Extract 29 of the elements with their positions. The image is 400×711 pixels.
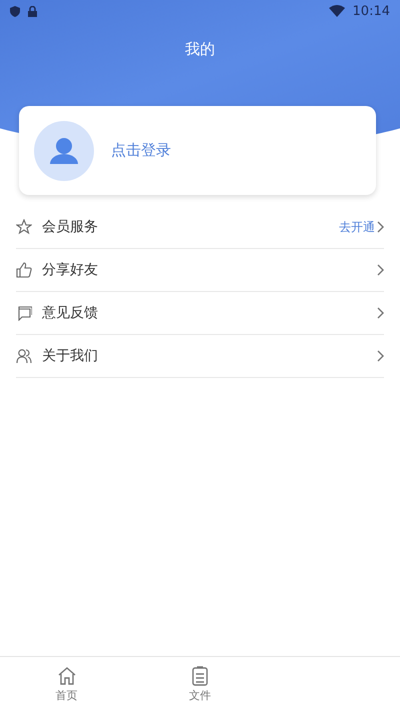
menu-label: 关于我们 (42, 347, 99, 365)
thumbs-up-icon (16, 262, 32, 278)
activate-link[interactable]: 去开通 (339, 218, 375, 236)
chevron-icon (377, 350, 384, 362)
nav-tab[interactable]: 文件 (170, 657, 230, 711)
menu-label: 分享好友 (42, 261, 99, 279)
menu-label: 意见反馈 (42, 304, 99, 322)
home-icon (56, 666, 77, 686)
menu-label: 会员服务 (42, 218, 99, 236)
document-icon (190, 666, 210, 686)
star-icon (16, 219, 32, 235)
chevron-icon (377, 307, 384, 319)
shield-icon (10, 6, 20, 16)
avatar-icon (34, 120, 94, 180)
login-label: 点击登录 (111, 141, 171, 160)
menu-row[interactable]: 分享好友 (16, 249, 384, 292)
nav-tab[interactable]: 首页 (36, 657, 97, 711)
wifi-icon (328, 5, 345, 17)
login-card[interactable]: 点击登录 (19, 106, 376, 195)
chevron-icon (377, 221, 384, 233)
people-icon (16, 348, 32, 364)
page-title: 我的 (185, 40, 215, 58)
menu-row[interactable]: 会员服务 去开通 (16, 206, 384, 249)
chat-icon (16, 305, 32, 321)
menu-row[interactable]: 关于我们 (16, 335, 384, 378)
lock-icon (28, 6, 37, 16)
clock-time: 10:14 (352, 4, 390, 18)
chevron-icon (377, 264, 384, 276)
menu-row[interactable]: 意见反馈 (16, 292, 384, 335)
